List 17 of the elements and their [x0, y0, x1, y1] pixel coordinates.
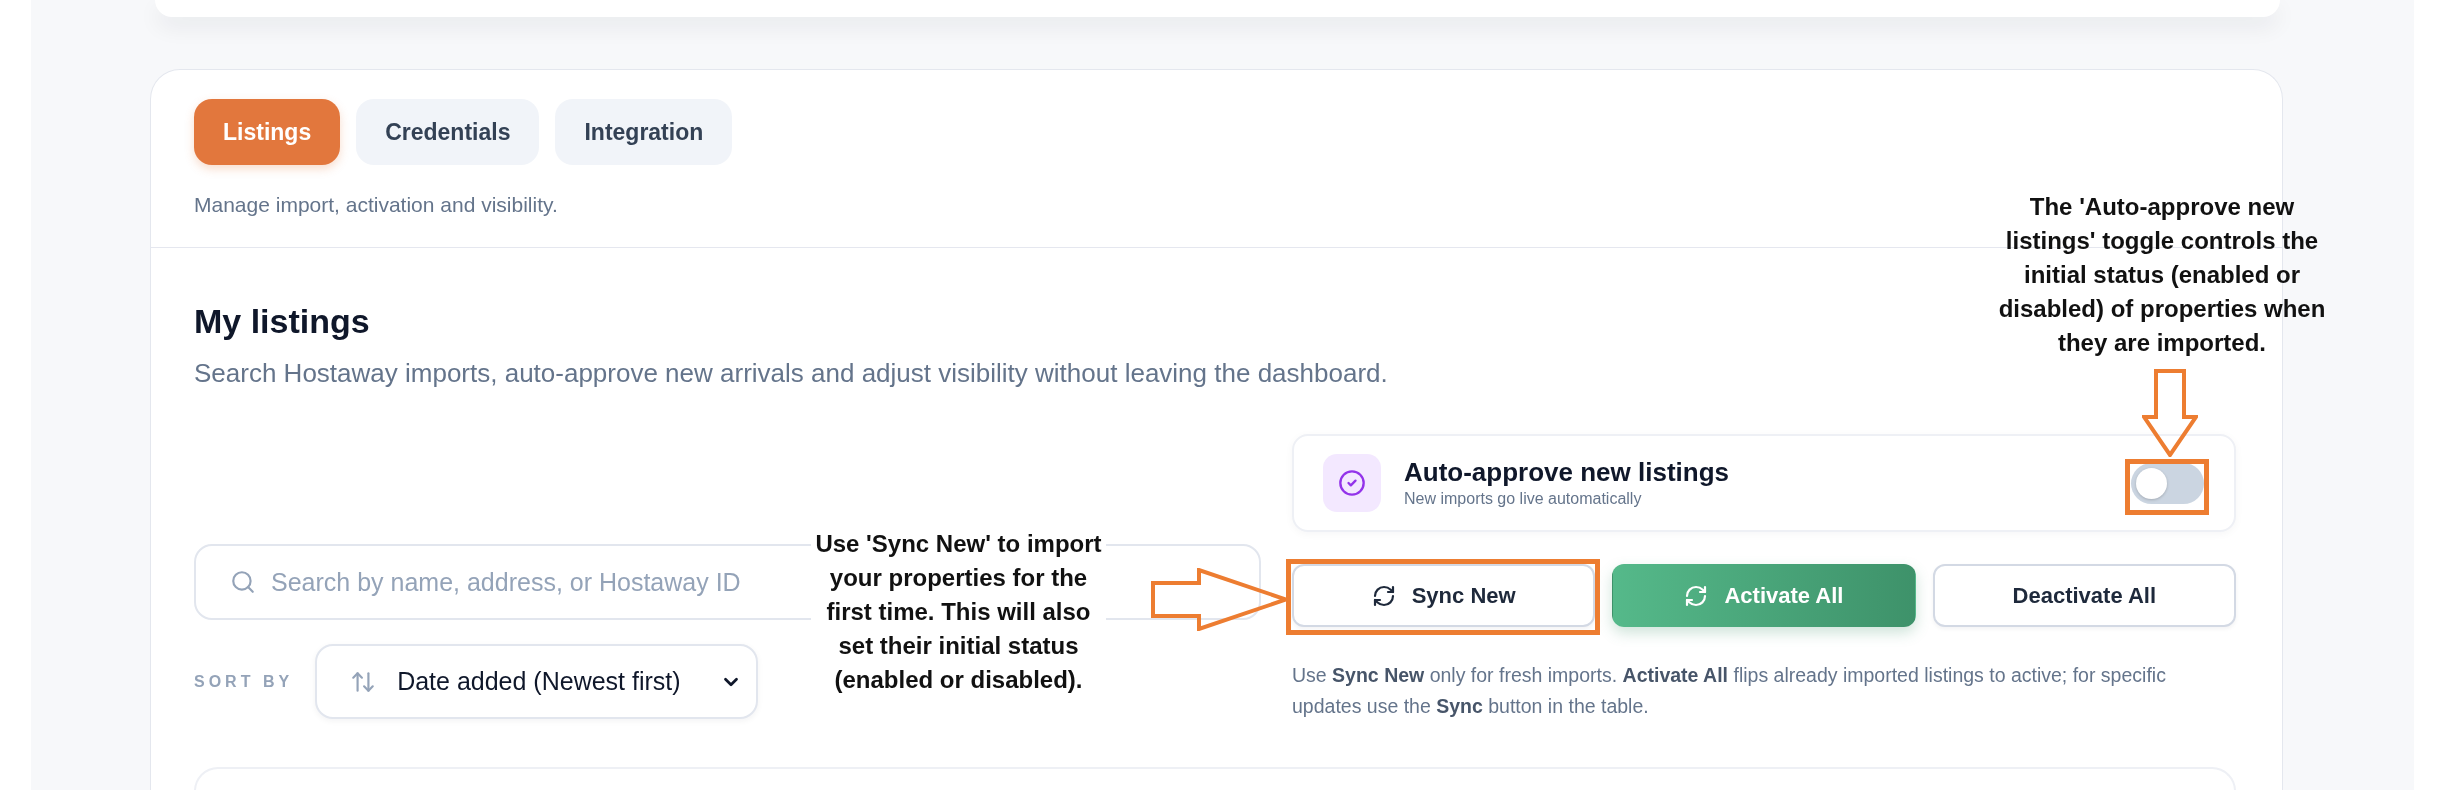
- section-title: My listings: [194, 301, 370, 341]
- action-button[interactable]: Deactivate All: [1932, 564, 2236, 627]
- tab[interactable]: Integration: [555, 99, 733, 165]
- right-arrow-icon: [1151, 568, 1289, 631]
- callout-text: The 'Auto-approve new listings' toggle controls the initial status (enabled or disabled) of properties when they are imported.: [1997, 192, 2327, 358]
- tabs-caption: Manage import, activation and visibility.: [194, 192, 558, 218]
- search-icon: [230, 569, 256, 595]
- sort-label: SORT BY: [194, 671, 294, 692]
- section-description: Search Hostaway imports, auto-approve new arrivals and adjust visibility without leaving the dashboard.: [194, 357, 1388, 390]
- help-text: Use Sync New only for fresh imports. Activate All flips already imported listings to active; for specific updates use the Sync button in the table.: [1292, 663, 2167, 719]
- tab[interactable]: Credentials: [356, 99, 540, 165]
- auto-approve-subtitle: New imports go live automatically: [1404, 489, 1642, 509]
- sort-select[interactable]: Date added (Newest first): [315, 644, 759, 719]
- auto-approve-toggle[interactable]: [2131, 462, 2204, 504]
- auto-approve-title: Auto-approve new listings: [1404, 456, 1730, 488]
- down-arrow-icon: [2142, 369, 2198, 457]
- action-button[interactable]: Sync New: [1292, 564, 1596, 627]
